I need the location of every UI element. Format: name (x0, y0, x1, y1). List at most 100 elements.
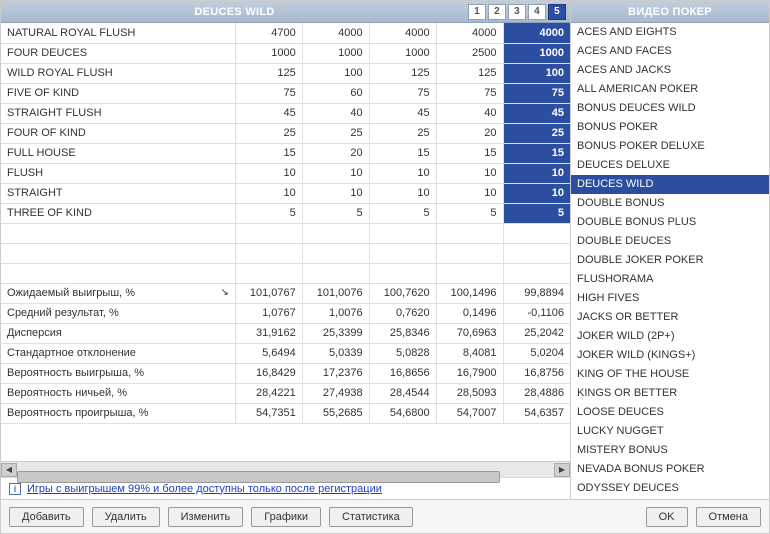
cell: 25 (235, 123, 302, 143)
cancel-button[interactable]: Отмена (696, 507, 761, 527)
list-item[interactable]: MISTERY BONUS (571, 441, 769, 460)
table-row: FOUR DEUCES10001000100025001000 (1, 43, 570, 63)
cell: 28,5093 (436, 383, 503, 403)
list-item[interactable]: DEUCES DELUXE (571, 156, 769, 175)
row-label: Вероятность выигрыша, % (1, 363, 235, 383)
cell: 55,2685 (302, 403, 369, 423)
sort-arrow-icon: ↘ (220, 287, 228, 298)
table-row: WILD ROYAL FLUSH125100125125100 (1, 63, 570, 83)
cell: 16,8656 (369, 363, 436, 383)
cell: 28,4544 (369, 383, 436, 403)
row-label (1, 223, 235, 243)
list-item[interactable]: ACES AND EIGHTS (571, 23, 769, 42)
cell: 27,4938 (302, 383, 369, 403)
coin-tab-3[interactable]: 3 (508, 4, 526, 20)
coin-tab-2[interactable]: 2 (488, 4, 506, 20)
list-item[interactable]: JOKER WILD (KINGS+) (571, 346, 769, 365)
scroll-left-icon[interactable]: ◀ (1, 463, 17, 477)
paytable-panel: DEUCES WILD 12345 NATURAL ROYAL FLUSH470… (1, 1, 571, 499)
coin-tab-4[interactable]: 4 (528, 4, 546, 20)
list-item[interactable]: ODYSSEY DEUCES (571, 479, 769, 498)
add-button[interactable]: Добавить (9, 507, 84, 527)
list-item[interactable]: NEVADA BONUS POKER (571, 460, 769, 479)
cell: 101,0076 (302, 283, 369, 303)
pay-table: NATURAL ROYAL FLUSH47004000400040004000F… (1, 23, 570, 424)
list-item[interactable]: DOUBLE BONUS PLUS (571, 213, 769, 232)
horizontal-scrollbar[interactable]: ◀ ▶ (1, 461, 570, 477)
table-row (1, 243, 570, 263)
cell: 1000 (503, 43, 570, 63)
row-label: FOUR DEUCES (1, 43, 235, 63)
cell: 75 (235, 83, 302, 103)
table-row: FLUSH1010101010 (1, 163, 570, 183)
scroll-thumb[interactable] (17, 471, 500, 483)
row-label: Ожидаемый выигрыш, %↘ (1, 283, 235, 303)
game-list[interactable]: ACES AND EIGHTSACES AND FACESACES AND JA… (571, 23, 769, 499)
list-item[interactable]: BONUS POKER DELUXE (571, 137, 769, 156)
cell: 0,7620 (369, 303, 436, 323)
cell (503, 263, 570, 283)
edit-button[interactable]: Изменить (168, 507, 244, 527)
table-row: STRAIGHT1010101010 (1, 183, 570, 203)
cell: 16,7900 (436, 363, 503, 383)
cell (369, 243, 436, 263)
table-row: Стандартное отклонение5,64945,03395,0828… (1, 343, 570, 363)
list-item[interactable]: LUCKY NUGGET (571, 422, 769, 441)
cell: 40 (302, 103, 369, 123)
table-row: Ожидаемый выигрыш, %↘101,0767101,0076100… (1, 283, 570, 303)
cell: 5,0828 (369, 343, 436, 363)
delete-button[interactable]: Удалить (92, 507, 160, 527)
list-item[interactable]: BONUS DEUCES WILD (571, 99, 769, 118)
list-item[interactable]: DOUBLE JOKER POKER (571, 251, 769, 270)
cell: 4000 (436, 23, 503, 43)
list-item[interactable]: ALL AMERICAN POKER (571, 80, 769, 99)
cell (503, 223, 570, 243)
cell: 28,4886 (503, 383, 570, 403)
list-item[interactable]: KINGS OR BETTER (571, 384, 769, 403)
game-list-panel: ВИДЕО ПОКЕР ACES AND EIGHTSACES AND FACE… (571, 1, 769, 499)
list-item[interactable]: JACKS OR BETTER (571, 308, 769, 327)
content: DEUCES WILD 12345 NATURAL ROYAL FLUSH470… (1, 1, 769, 499)
info-icon: i (9, 483, 21, 495)
row-label: Стандартное отклонение (1, 343, 235, 363)
cell: 31,9162 (235, 323, 302, 343)
list-item[interactable]: ACES AND JACKS (571, 61, 769, 80)
list-item[interactable]: DEUCES WILD (571, 175, 769, 194)
stats-button[interactable]: Статистика (329, 507, 413, 527)
cell: 15 (436, 143, 503, 163)
cell: 15 (235, 143, 302, 163)
cell: 100,7620 (369, 283, 436, 303)
cell: 5,0339 (302, 343, 369, 363)
cell: 45 (369, 103, 436, 123)
list-item[interactable]: LOOSE DEUCES (571, 403, 769, 422)
list-item[interactable]: BONUS POKER (571, 118, 769, 137)
cell: 40 (436, 103, 503, 123)
list-item[interactable]: KING OF THE HOUSE (571, 365, 769, 384)
ok-button[interactable]: OK (646, 507, 688, 527)
cell: 5,0204 (503, 343, 570, 363)
pay-scroll[interactable]: NATURAL ROYAL FLUSH47004000400040004000F… (1, 23, 570, 461)
coin-tab-1[interactable]: 1 (468, 4, 486, 20)
cell: 5,6494 (235, 343, 302, 363)
cell: 1000 (369, 43, 436, 63)
cell: 70,6963 (436, 323, 503, 343)
cell: 10 (302, 163, 369, 183)
table-row: NATURAL ROYAL FLUSH47004000400040004000 (1, 23, 570, 43)
list-item[interactable]: DOUBLE BONUS (571, 194, 769, 213)
game-title: DEUCES WILD (1, 6, 468, 18)
list-item[interactable]: HIGH FIVES (571, 289, 769, 308)
cell: 125 (369, 63, 436, 83)
cell (302, 223, 369, 243)
cell: 10 (436, 183, 503, 203)
table-row: Вероятность проигрыша, %54,735155,268554… (1, 403, 570, 423)
list-item[interactable]: ACES AND FACES (571, 42, 769, 61)
row-label: FULL HOUSE (1, 143, 235, 163)
charts-button[interactable]: Графики (251, 507, 321, 527)
list-item[interactable]: JOKER WILD (2P+) (571, 327, 769, 346)
scroll-right-icon[interactable]: ▶ (554, 463, 570, 477)
info-link[interactable]: Игры с выигрышем 99% и более доступны то… (27, 483, 382, 495)
coin-tab-5[interactable]: 5 (548, 4, 566, 20)
list-item[interactable]: FLUSHORAMA (571, 270, 769, 289)
list-item[interactable]: DOUBLE DEUCES (571, 232, 769, 251)
cell: 10 (369, 183, 436, 203)
